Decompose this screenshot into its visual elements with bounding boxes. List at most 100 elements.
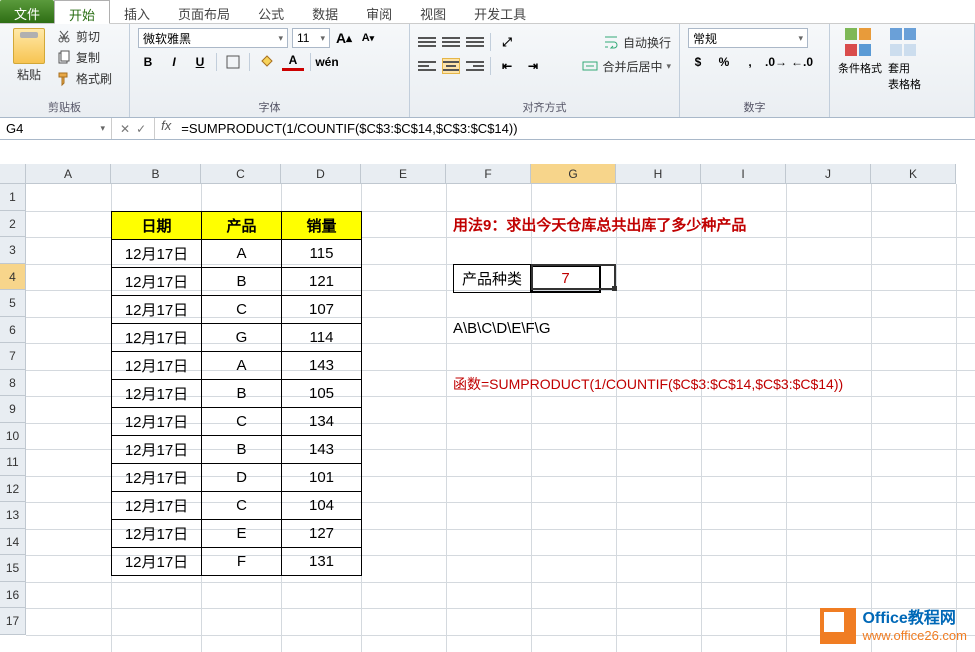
conditional-format-button[interactable]: 条件格式 bbox=[838, 28, 882, 76]
merge-center-button[interactable]: 合并后居中▾ bbox=[582, 58, 671, 75]
underline-button[interactable]: U bbox=[190, 52, 210, 72]
tab-insert[interactable]: 插入 bbox=[110, 0, 164, 23]
cut-button[interactable]: 剪切 bbox=[56, 28, 112, 45]
row-header-3[interactable]: 3 bbox=[0, 237, 26, 264]
col-header-F[interactable]: F bbox=[446, 164, 531, 184]
dec-decimal-button[interactable]: ←.0 bbox=[792, 52, 812, 72]
table-row[interactable]: 12月17日C107 bbox=[112, 295, 362, 323]
col-header-G[interactable]: G bbox=[531, 164, 616, 184]
number-format-combo[interactable]: 常规▾ bbox=[688, 28, 808, 48]
orientation-button[interactable]: ⤢ bbox=[497, 32, 517, 52]
col-header-I[interactable]: I bbox=[701, 164, 786, 184]
col-header-D[interactable]: D bbox=[281, 164, 361, 184]
tab-review[interactable]: 审阅 bbox=[352, 0, 406, 23]
tab-formula[interactable]: 公式 bbox=[244, 0, 298, 23]
row-header-4[interactable]: 4 bbox=[0, 264, 26, 291]
align-top-button[interactable] bbox=[418, 34, 436, 50]
percent-button[interactable]: % bbox=[714, 52, 734, 72]
shrink-font-button[interactable]: A▾ bbox=[358, 28, 378, 48]
table-row[interactable]: 12月17日C134 bbox=[112, 407, 362, 435]
confirm-formula-button[interactable]: ✓ bbox=[136, 122, 146, 136]
row-header-15[interactable]: 15 bbox=[0, 555, 26, 582]
tab-view[interactable]: 视图 bbox=[406, 0, 460, 23]
currency-button[interactable]: $ bbox=[688, 52, 708, 72]
align-left-button[interactable] bbox=[418, 58, 436, 74]
tab-file[interactable]: 文件 bbox=[0, 0, 54, 23]
col-header-B[interactable]: B bbox=[111, 164, 201, 184]
cancel-formula-button[interactable]: ✕ bbox=[120, 122, 130, 136]
copy-button[interactable]: 复制 bbox=[56, 49, 112, 66]
data-table[interactable]: 日期产品销量12月17日A11512月17日B12112月17日C10712月1… bbox=[111, 211, 362, 576]
tab-layout[interactable]: 页面布局 bbox=[164, 0, 244, 23]
align-middle-button[interactable] bbox=[442, 34, 460, 50]
table-row[interactable]: 12月17日F131 bbox=[112, 547, 362, 575]
group-alignment: ⤢ 自动换行 ⇤ ⇥ 合并后居中▾ 对齐方式 bbox=[410, 24, 680, 117]
tab-dev[interactable]: 开发工具 bbox=[460, 0, 540, 23]
paste-button[interactable]: 粘贴 bbox=[8, 28, 50, 83]
table-row[interactable]: 12月17日A115 bbox=[112, 239, 362, 267]
select-all-corner[interactable] bbox=[0, 164, 26, 184]
font-name-combo[interactable]: 微软雅黑▾ bbox=[138, 28, 288, 48]
inc-decimal-button[interactable]: .0→ bbox=[766, 52, 786, 72]
row-header-5[interactable]: 5 bbox=[0, 290, 26, 317]
tab-home[interactable]: 开始 bbox=[54, 0, 110, 24]
wrap-text-button[interactable]: 自动换行 bbox=[603, 34, 671, 51]
align-right-button[interactable] bbox=[466, 58, 484, 74]
table-row[interactable]: 12月17日B121 bbox=[112, 267, 362, 295]
border-button[interactable] bbox=[223, 52, 243, 72]
col-header-J[interactable]: J bbox=[786, 164, 871, 184]
comma-button[interactable]: , bbox=[740, 52, 760, 72]
table-row[interactable]: 12月17日B105 bbox=[112, 379, 362, 407]
table-header[interactable]: 产品 bbox=[202, 211, 282, 239]
format-as-table-button[interactable]: 套用 表格格 bbox=[888, 28, 921, 92]
table-header[interactable]: 日期 bbox=[112, 211, 202, 239]
row-header-8[interactable]: 8 bbox=[0, 370, 26, 397]
table-header[interactable]: 销量 bbox=[282, 211, 362, 239]
row-header-7[interactable]: 7 bbox=[0, 343, 26, 370]
col-header-H[interactable]: H bbox=[616, 164, 701, 184]
format-painter-button[interactable]: 格式刷 bbox=[56, 70, 112, 87]
col-header-C[interactable]: C bbox=[201, 164, 281, 184]
align-bottom-button[interactable] bbox=[466, 34, 484, 50]
indent-dec-button[interactable]: ⇤ bbox=[497, 56, 517, 76]
table-row[interactable]: 12月17日G114 bbox=[112, 323, 362, 351]
name-box[interactable]: G4▾ bbox=[0, 118, 112, 139]
fx-icon[interactable]: fx bbox=[155, 118, 177, 139]
font-color-button[interactable]: A bbox=[282, 53, 304, 71]
table-row[interactable]: 12月17日E127 bbox=[112, 519, 362, 547]
row-header-14[interactable]: 14 bbox=[0, 529, 26, 556]
table-row[interactable]: 12月17日B143 bbox=[112, 435, 362, 463]
fill-color-button[interactable] bbox=[256, 52, 276, 72]
number-label: 数字 bbox=[688, 97, 821, 115]
col-header-A[interactable]: A bbox=[26, 164, 111, 184]
font-size-combo[interactable]: 11▾ bbox=[292, 28, 330, 48]
col-header-E[interactable]: E bbox=[361, 164, 446, 184]
bold-button[interactable]: B bbox=[138, 52, 158, 72]
cond-format-icon bbox=[845, 28, 875, 58]
phonetic-button[interactable]: wén bbox=[317, 52, 337, 72]
align-center-button[interactable] bbox=[442, 58, 460, 74]
row-header-2[interactable]: 2 bbox=[0, 211, 26, 238]
annotation-title: 用法9：求出今天仓库总共出库了多少种产品 bbox=[453, 214, 746, 235]
tab-data[interactable]: 数据 bbox=[298, 0, 352, 23]
table-row[interactable]: 12月17日C104 bbox=[112, 491, 362, 519]
row-header-10[interactable]: 10 bbox=[0, 423, 26, 450]
row-header-17[interactable]: 17 bbox=[0, 608, 26, 635]
table-row[interactable]: 12月17日A143 bbox=[112, 351, 362, 379]
row-header-11[interactable]: 11 bbox=[0, 449, 26, 476]
indent-inc-button[interactable]: ⇥ bbox=[523, 56, 543, 76]
row-header-16[interactable]: 16 bbox=[0, 582, 26, 609]
row-header-13[interactable]: 13 bbox=[0, 502, 26, 529]
row-header-6[interactable]: 6 bbox=[0, 317, 26, 344]
result-label: 产品种类 bbox=[454, 265, 531, 293]
table-row[interactable]: 12月17日D101 bbox=[112, 463, 362, 491]
row-header-9[interactable]: 9 bbox=[0, 396, 26, 423]
formula-input[interactable]: =SUMPRODUCT(1/COUNTIF($C$3:$C$14,$C$3:$C… bbox=[177, 118, 975, 139]
font-label: 字体 bbox=[138, 97, 401, 115]
italic-button[interactable]: I bbox=[164, 52, 184, 72]
bucket-icon bbox=[259, 55, 273, 69]
row-header-1[interactable]: 1 bbox=[0, 184, 26, 211]
grow-font-button[interactable]: A▴ bbox=[334, 28, 354, 48]
row-header-12[interactable]: 12 bbox=[0, 476, 26, 503]
col-header-K[interactable]: K bbox=[871, 164, 956, 184]
